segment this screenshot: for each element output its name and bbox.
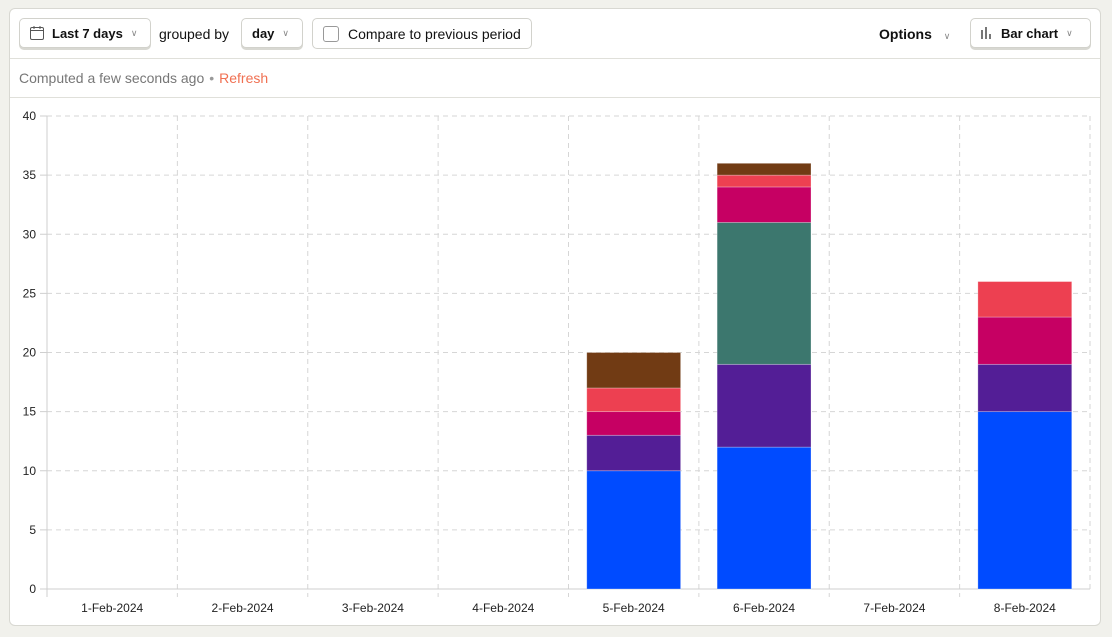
x-tick-label: 5-Feb-2024 <box>603 601 665 615</box>
x-tick-label: 7-Feb-2024 <box>863 601 925 615</box>
y-tick-label: 10 <box>23 464 37 478</box>
x-tick-label: 8-Feb-2024 <box>994 601 1056 615</box>
x-tick-label: 6-Feb-2024 <box>733 601 795 615</box>
y-tick-label: 0 <box>29 582 36 596</box>
bar-segment <box>977 281 1073 318</box>
y-tick-label: 15 <box>23 405 37 419</box>
bar-segment <box>977 411 1073 590</box>
bar-segment <box>716 162 812 176</box>
x-tick-label: 2-Feb-2024 <box>212 601 274 615</box>
y-tick-label: 35 <box>23 168 37 182</box>
bar-segment <box>586 411 682 436</box>
bar-segment <box>716 446 812 590</box>
y-tick-label: 5 <box>29 523 36 537</box>
bar-segment <box>716 174 812 188</box>
bar-segment <box>586 434 682 472</box>
bar-segment <box>977 316 1073 365</box>
y-tick-label: 20 <box>23 346 37 360</box>
x-tick-label: 4-Feb-2024 <box>472 601 534 615</box>
bar-segment <box>716 363 812 448</box>
bar-segment <box>716 186 812 223</box>
bar-segment <box>977 363 1073 413</box>
x-tick-label: 1-Feb-2024 <box>81 601 143 615</box>
x-tick-label: 3-Feb-2024 <box>342 601 404 615</box>
bar-segment <box>586 470 682 590</box>
bar-segment <box>716 222 812 365</box>
bar-chart: 0 5 10 15 20 25 30 35 40 1-Feb-2024 2-Feb-2024 3-Fe… <box>23 109 1091 615</box>
bar-segment <box>586 352 682 389</box>
y-tick-label: 30 <box>23 227 37 241</box>
y-tick-label: 40 <box>23 109 37 123</box>
y-tick-label: 25 <box>23 286 37 300</box>
bar-segment <box>586 387 682 413</box>
